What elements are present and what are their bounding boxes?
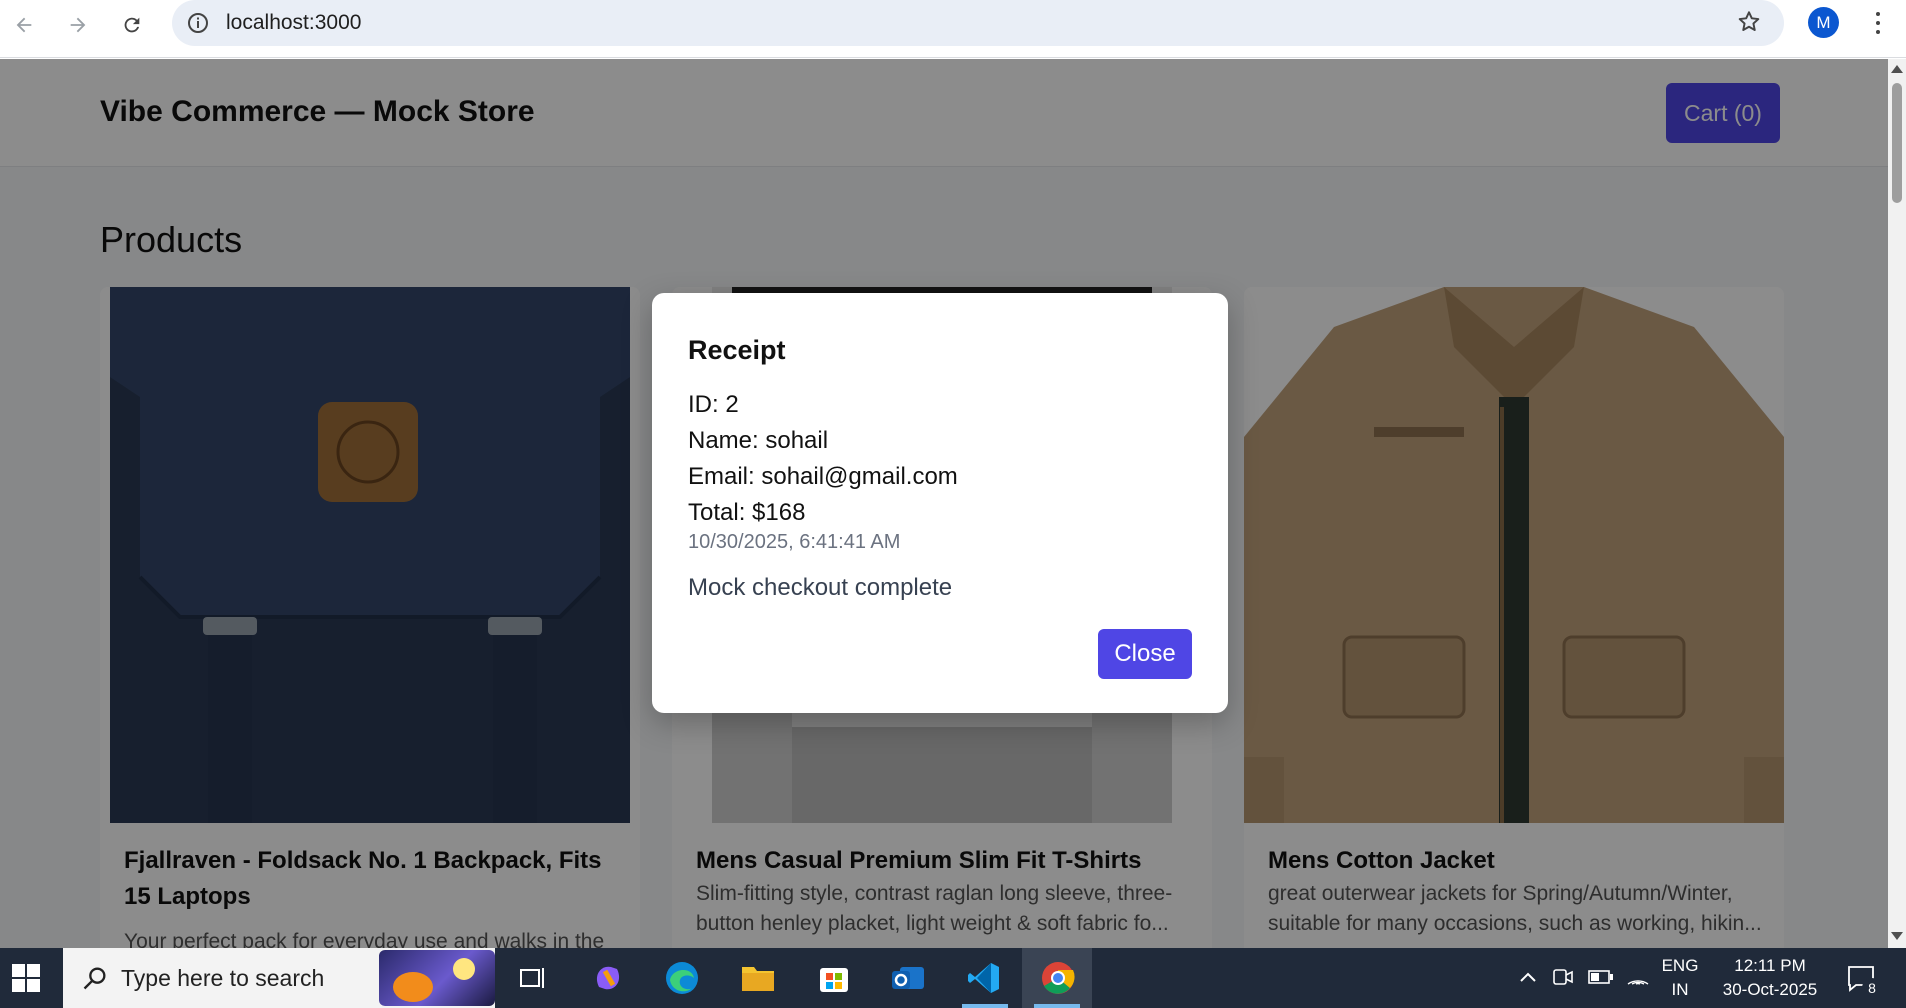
clock-date[interactable]: 30-Oct-2025 [1714,980,1826,1000]
site-info-icon[interactable] [186,11,210,35]
reload-button[interactable] [114,7,150,43]
vscode-running-indicator [962,1004,1008,1008]
edge-browser-icon[interactable] [662,958,702,998]
reload-icon [124,17,140,33]
scroll-up-icon[interactable] [1891,65,1903,73]
outlook-icon[interactable] [888,958,928,998]
profile-avatar[interactable]: M [1808,7,1839,38]
meet-now-icon[interactable] [1552,966,1574,988]
receipt-total: Total: $168 [688,499,806,526]
file-explorer-icon[interactable] [738,958,778,998]
search-placeholder[interactable]: Type here to search [121,965,324,992]
receipt-name: Name: sohail [688,427,829,454]
receipt-timestamp: 10/30/2025, 6:41:41 AM [688,531,901,553]
browser-menu-icon[interactable] [1868,9,1888,37]
microsoft-store-icon[interactable] [814,958,854,998]
chevron-up-icon[interactable] [1518,968,1538,988]
page: Vibe Commerce — Mock Store Cart (0) Prod… [0,59,1888,948]
scroll-thumb[interactable] [1892,83,1902,203]
search-icon [83,967,106,990]
browser-toolbar: localhost:3000 M [0,0,1906,58]
windows-taskbar: Type here to search ENG IN 12:11 PM 30-O… [0,948,1906,1008]
address-bar[interactable]: localhost:3000 [172,0,1784,46]
chrome-running-indicator [1034,1004,1080,1008]
receipt-email: Email: sohail@gmail.com [688,463,958,490]
receipt-title: Receipt [688,335,786,365]
back-button[interactable] [6,7,42,43]
notification-badge: 8 [1862,978,1882,998]
forward-button[interactable] [60,7,96,43]
close-button[interactable]: Close [1098,629,1192,679]
taskbar-search[interactable]: Type here to search [63,948,495,1008]
receipt-id: ID: 2 [688,391,739,418]
copilot-icon[interactable] [588,958,628,998]
region-indicator[interactable]: IN [1660,980,1700,1000]
clock-time[interactable]: 12:11 PM [1714,956,1826,976]
windows-start-icon[interactable] [12,964,40,992]
language-indicator[interactable]: ENG [1660,956,1700,976]
receipt-modal: Receipt ID: 2 Name: sohail Email: sohail… [652,293,1228,713]
url-text[interactable]: localhost:3000 [226,11,361,35]
page-scrollbar[interactable] [1888,59,1906,948]
bookmark-star-icon[interactable] [1736,9,1762,35]
chrome-icon[interactable] [1038,958,1078,998]
receipt-message: Mock checkout complete [688,574,953,601]
wifi-icon[interactable] [1626,966,1650,988]
task-view-icon[interactable] [512,958,552,998]
vscode-icon[interactable] [964,958,1004,998]
scroll-down-icon[interactable] [1891,932,1903,940]
forward-arrow-icon [70,17,86,33]
back-arrow-icon [16,17,32,33]
battery-icon[interactable] [1588,968,1614,986]
halloween-search-art-icon [379,950,495,1006]
